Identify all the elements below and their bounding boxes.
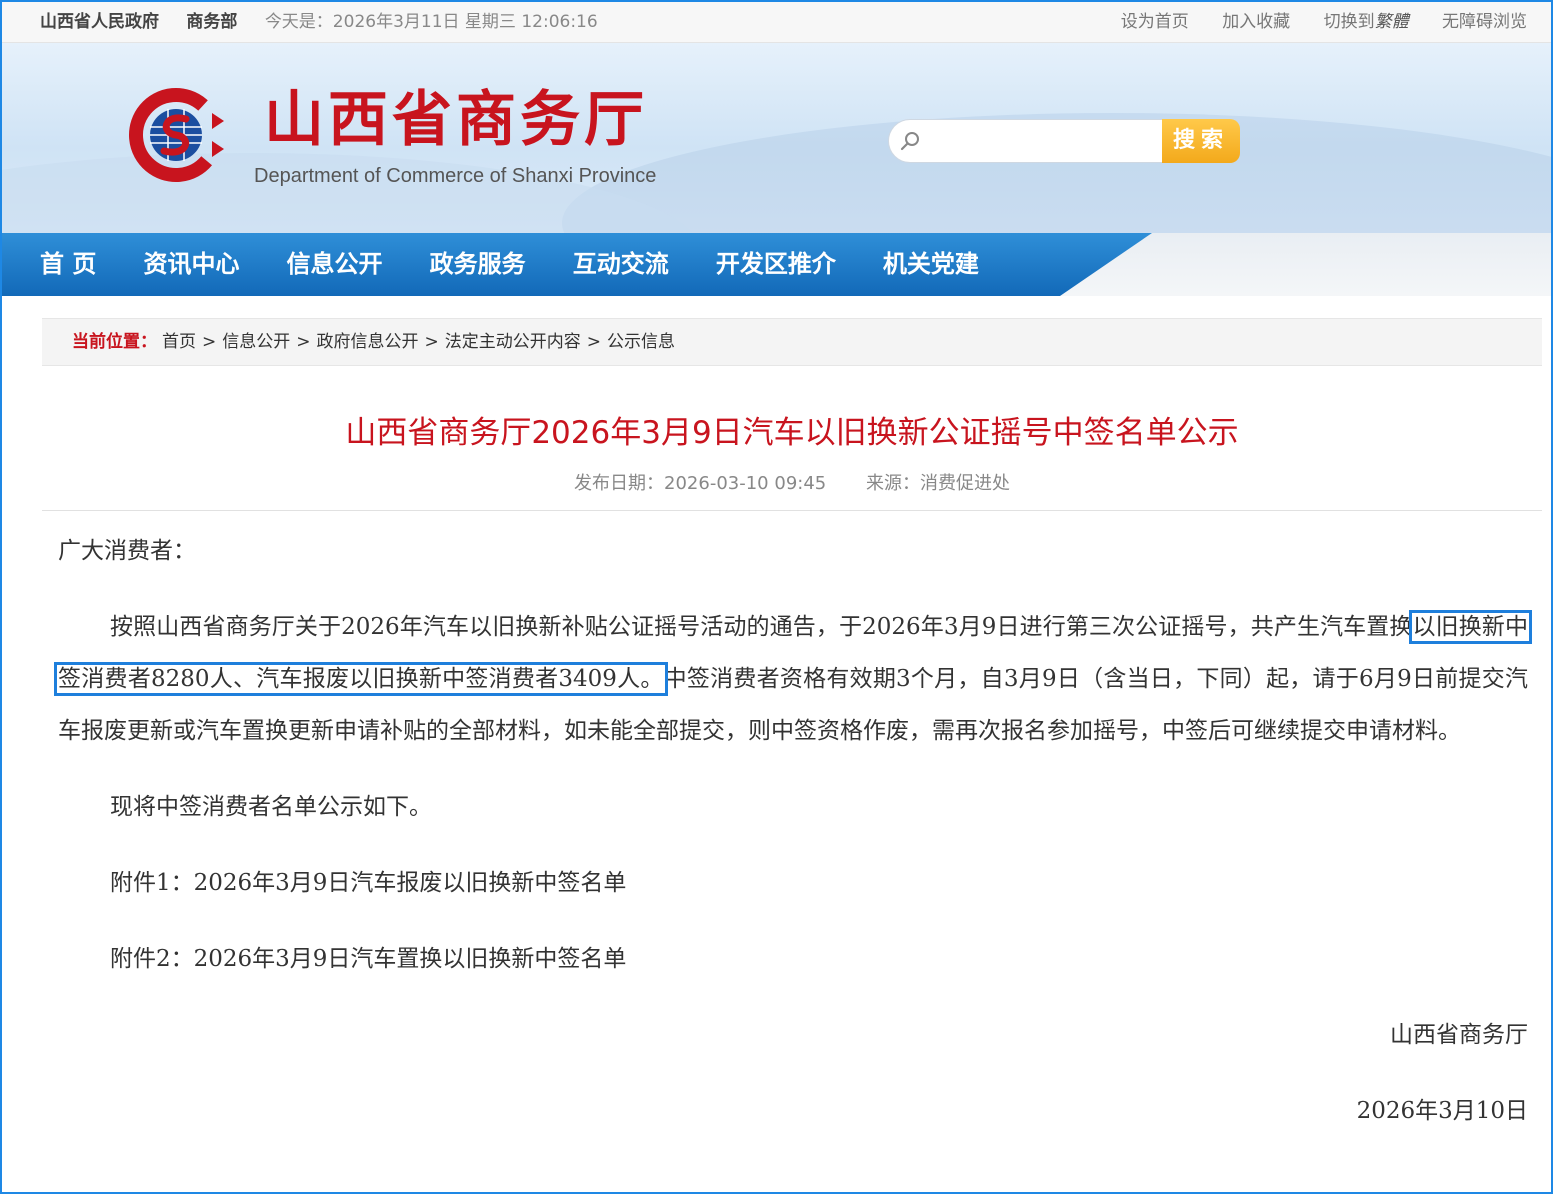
breadcrumb: 当前位置： 首页 > 信息公开 > 政府信息公开 > 法定主动公开内容 > 公示信息 <box>42 318 1542 366</box>
add-favorite-link[interactable]: 加入收藏 <box>1222 12 1290 32</box>
search-button[interactable]: 搜索 <box>1162 119 1240 163</box>
breadcrumb-info-disclosure[interactable]: 信息公开 <box>222 332 290 352</box>
search-bar: 搜索 <box>888 119 1240 165</box>
breadcrumb-gov-info[interactable]: 政府信息公开 <box>317 332 419 352</box>
site-header: 山西省商务厅 Department of Commerce of Shanxi … <box>2 43 1551 233</box>
breadcrumb-statutory-content[interactable]: 法定主动公开内容 <box>445 332 581 352</box>
breadcrumb-label: 当前位置： <box>72 332 157 352</box>
switch-target: 繁體 <box>1374 12 1409 32</box>
publish-date: 2026-03-10 09:45 <box>664 473 827 494</box>
main-nav: 首 页 资讯中心 信息公开 政务服务 互动交流 开发区推介 机关党建 <box>2 233 1551 296</box>
source-label: 来源： <box>865 473 920 494</box>
sign-date: 2026年3月10日 <box>1356 1098 1528 1124</box>
site-subtitle: Department of Commerce of Shanxi Provinc… <box>254 165 657 187</box>
publish-label: 发布日期： <box>574 473 665 494</box>
set-homepage-link[interactable]: 设为首页 <box>1121 12 1189 32</box>
accessibility-link[interactable]: 无障碍浏览 <box>1442 12 1527 32</box>
paragraph-announcement: 现将中签消费者名单公示如下。 <box>110 794 432 820</box>
nav-item-dev-zones[interactable]: 开发区推介 <box>716 233 836 296</box>
nav-item-info-disclosure[interactable]: 信息公开 <box>287 233 383 296</box>
top-bar: 山西省人民政府 商务部 今天是：2026年3月11日 星期三 12:06:16 … <box>2 2 1551 43</box>
article-title: 山西省商务厅2026年3月9日汽车以旧换新公证摇号中签名单公示 <box>345 415 1239 451</box>
link-mofcom[interactable]: 商务部 <box>186 12 237 32</box>
search-icon <box>900 132 919 151</box>
breadcrumb-separator: > <box>202 332 217 352</box>
signature: 山西省商务厅 <box>1390 1022 1528 1048</box>
switch-prefix: 切换到 <box>1323 12 1375 32</box>
attachment-2-link[interactable]: 附件2：2026年3月9日汽车置换以旧换新中签名单 <box>58 933 1528 985</box>
article-body: 广大消费者： 按照山西省商务厅关于2026年汽车以旧换新补贴公证摇号活动的通告，… <box>54 525 1532 1137</box>
search-box <box>888 119 1166 163</box>
paragraph-main: 按照山西省商务厅关于2026年汽车以旧换新补贴公证摇号活动的通告，于2026年3… <box>54 601 1532 757</box>
switch-traditional-link[interactable]: 切换到繁體 <box>1324 12 1409 32</box>
department-logo-icon <box>129 88 224 182</box>
nav-item-gov-services[interactable]: 政务服务 <box>430 233 526 296</box>
nav-item-news[interactable]: 资讯中心 <box>143 233 239 296</box>
breadcrumb-separator: > <box>586 332 601 352</box>
title-divider <box>42 510 1542 511</box>
nav-item-interaction[interactable]: 互动交流 <box>573 233 669 296</box>
attachment-1-link[interactable]: 附件1：2026年3月9日汽车报废以旧换新中签名单 <box>58 857 1528 909</box>
link-shanxi-gov[interactable]: 山西省人民政府 <box>40 12 159 32</box>
site-title: 山西省商务厅 <box>264 85 648 155</box>
paragraph-main-start: 按照山西省商务厅关于2026年汽车以旧换新补贴公证摇号活动的通告，于2026年3… <box>110 614 1413 640</box>
browser-page: 山西省人民政府 商务部 今天是：2026年3月11日 星期三 12:06:16 … <box>0 0 1553 1194</box>
breadcrumb-notices[interactable]: 公示信息 <box>607 332 675 352</box>
nav-item-party-building[interactable]: 机关党建 <box>883 233 979 296</box>
nav-item-home[interactable]: 首 页 <box>40 233 96 296</box>
greeting: 广大消费者： <box>58 538 196 564</box>
article-meta: 发布日期：2026-03-10 09:45 来源：消费促进处 <box>42 470 1542 498</box>
current-date: 今天是：2026年3月11日 星期三 12:06:16 <box>264 12 598 32</box>
article-source: 消费促进处 <box>919 473 1010 494</box>
search-input[interactable] <box>925 128 1159 154</box>
breadcrumb-separator: > <box>296 332 311 352</box>
breadcrumb-home[interactable]: 首页 <box>162 332 196 352</box>
breadcrumb-separator: > <box>424 332 439 352</box>
